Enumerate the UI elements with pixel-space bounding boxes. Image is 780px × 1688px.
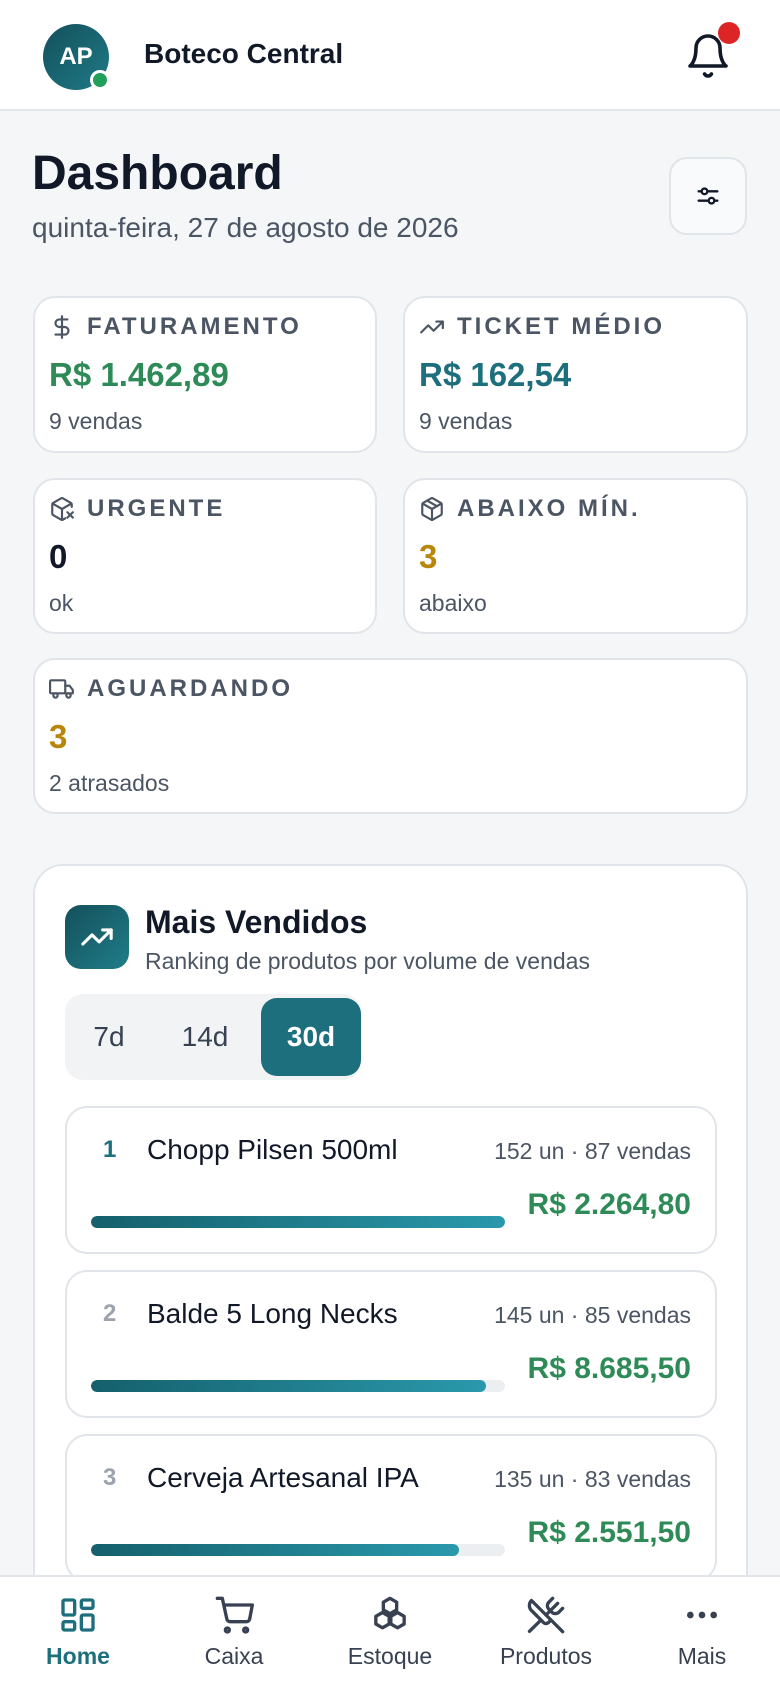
- top-bar: AP Boteco Central: [0, 0, 780, 111]
- product-revenue: R$ 8.685,50: [527, 1352, 691, 1385]
- dollar-icon: [54, 315, 70, 339]
- kpi-value: R$ 1.462,89: [49, 356, 229, 393]
- more-icon: [687, 1611, 717, 1619]
- kpi-label: TICKET MÉDIO: [457, 313, 665, 340]
- business-name: Boteco Central: [144, 38, 344, 69]
- top-sellers-panel: Mais Vendidos Ranking de produtos por vo…: [33, 864, 748, 1624]
- panel-title: Mais Vendidos: [145, 904, 368, 940]
- sliders-icon: [697, 187, 719, 205]
- package-icon: [421, 497, 443, 521]
- truck-icon: [49, 679, 74, 699]
- kpi-value: 0: [49, 538, 68, 575]
- kpi-label: AGUARDANDO: [87, 675, 293, 702]
- period-30d-button[interactable]: 30d: [261, 998, 361, 1076]
- nav-label: Caixa: [204, 1643, 264, 1669]
- product-name: Chopp Pilsen 500ml: [147, 1134, 398, 1165]
- kpi-card-ticket-medio[interactable]: TICKET MÉDIO R$ 162,54 9 vendas: [403, 296, 748, 453]
- rank-number: 1: [103, 1136, 117, 1163]
- grid-icon: [61, 1598, 95, 1632]
- volume-bar: [91, 1544, 505, 1556]
- kpi-card-faturamento[interactable]: FATURAMENTO R$ 1.462,89 9 vendas: [33, 296, 377, 453]
- rank-number: 3: [103, 1464, 117, 1491]
- avatar-initials: AP: [59, 43, 93, 70]
- volume-bar-fill: [91, 1380, 486, 1392]
- kpi-sub: 9 vendas: [419, 408, 513, 434]
- kpi-value: R$ 162,54: [419, 356, 572, 393]
- product-name: Balde 5 Long Necks: [147, 1298, 398, 1329]
- nav-caixa[interactable]: Caixa: [156, 1577, 312, 1688]
- kpi-sub: abaixo: [419, 590, 487, 616]
- notification-badge: [718, 22, 740, 44]
- kpi-sub: ok: [49, 590, 74, 616]
- nav-label: Mais: [677, 1643, 727, 1669]
- product-stats: 135 un · 83 vendas: [494, 1466, 691, 1492]
- kpi-card-urgente[interactable]: URGENTE 0 ok: [33, 478, 377, 634]
- panel-subtitle: Ranking de produtos por volume de vendas: [145, 948, 590, 974]
- nav-label: Produtos: [499, 1643, 593, 1669]
- nav-produtos[interactable]: Produtos: [468, 1577, 624, 1688]
- volume-bar-fill: [91, 1216, 505, 1228]
- nav-mais[interactable]: Mais: [624, 1577, 780, 1688]
- filter-button[interactable]: [669, 157, 747, 235]
- product-name: Cerveja Artesanal IPA: [147, 1462, 419, 1493]
- volume-bar: [91, 1216, 505, 1228]
- panel-icon-badge: [65, 905, 129, 969]
- ranking-item[interactable]: 2 Balde 5 Long Necks 145 un · 85 vendas …: [65, 1270, 717, 1418]
- period-14d-button[interactable]: 14d: [157, 998, 253, 1076]
- period-7d-button[interactable]: 7d: [69, 998, 149, 1076]
- page-date: quinta-feira, 27 de agosto de 2026: [32, 212, 459, 243]
- volume-bar: [91, 1380, 505, 1392]
- page-title: Dashboard: [32, 147, 283, 200]
- product-revenue: R$ 2.264,80: [527, 1188, 691, 1221]
- product-stats: 152 un · 87 vendas: [494, 1138, 691, 1164]
- nav-home[interactable]: Home: [0, 1577, 156, 1688]
- kpi-sub: 2 atrasados: [49, 770, 170, 796]
- kpi-label: FATURAMENTO: [87, 313, 302, 340]
- kpi-value: 3: [419, 538, 438, 575]
- kpi-card-aguardando[interactable]: AGUARDANDO 3 2 atrasados: [33, 658, 748, 814]
- period-selector: 7d 14d 30d: [65, 994, 361, 1080]
- kpi-value: 3: [49, 718, 68, 755]
- boxes-icon: [374, 1596, 406, 1630]
- ranking-item[interactable]: 3 Cerveja Artesanal IPA 135 un · 83 vend…: [65, 1434, 717, 1582]
- product-stats: 145 un · 85 vendas: [494, 1302, 691, 1328]
- rank-number: 2: [103, 1300, 117, 1327]
- nav-estoque[interactable]: Estoque: [312, 1577, 468, 1688]
- nav-label: Home: [46, 1643, 110, 1669]
- bottom-navigation: Home Caixa Estoque Produtos Mais: [0, 1575, 780, 1688]
- utensils-crossed-icon: [527, 1596, 565, 1634]
- volume-bar-fill: [91, 1544, 459, 1556]
- trending-up-icon: [81, 928, 113, 946]
- kpi-label: ABAIXO MÍN.: [457, 495, 641, 522]
- kpi-card-abaixo-minimo[interactable]: ABAIXO MÍN. 3 abaixo: [403, 478, 748, 634]
- online-status-dot: [90, 70, 110, 90]
- nav-label: Estoque: [347, 1643, 433, 1669]
- product-revenue: R$ 2.551,50: [527, 1516, 691, 1549]
- package-x-icon: [51, 497, 74, 521]
- cart-icon: [215, 1596, 254, 1634]
- kpi-sub: 9 vendas: [49, 408, 143, 434]
- ranking-item[interactable]: 1 Chopp Pilsen 500ml 152 un · 87 vendas …: [65, 1106, 717, 1254]
- kpi-label: URGENTE: [87, 495, 226, 522]
- trending-up-icon: [420, 320, 444, 334]
